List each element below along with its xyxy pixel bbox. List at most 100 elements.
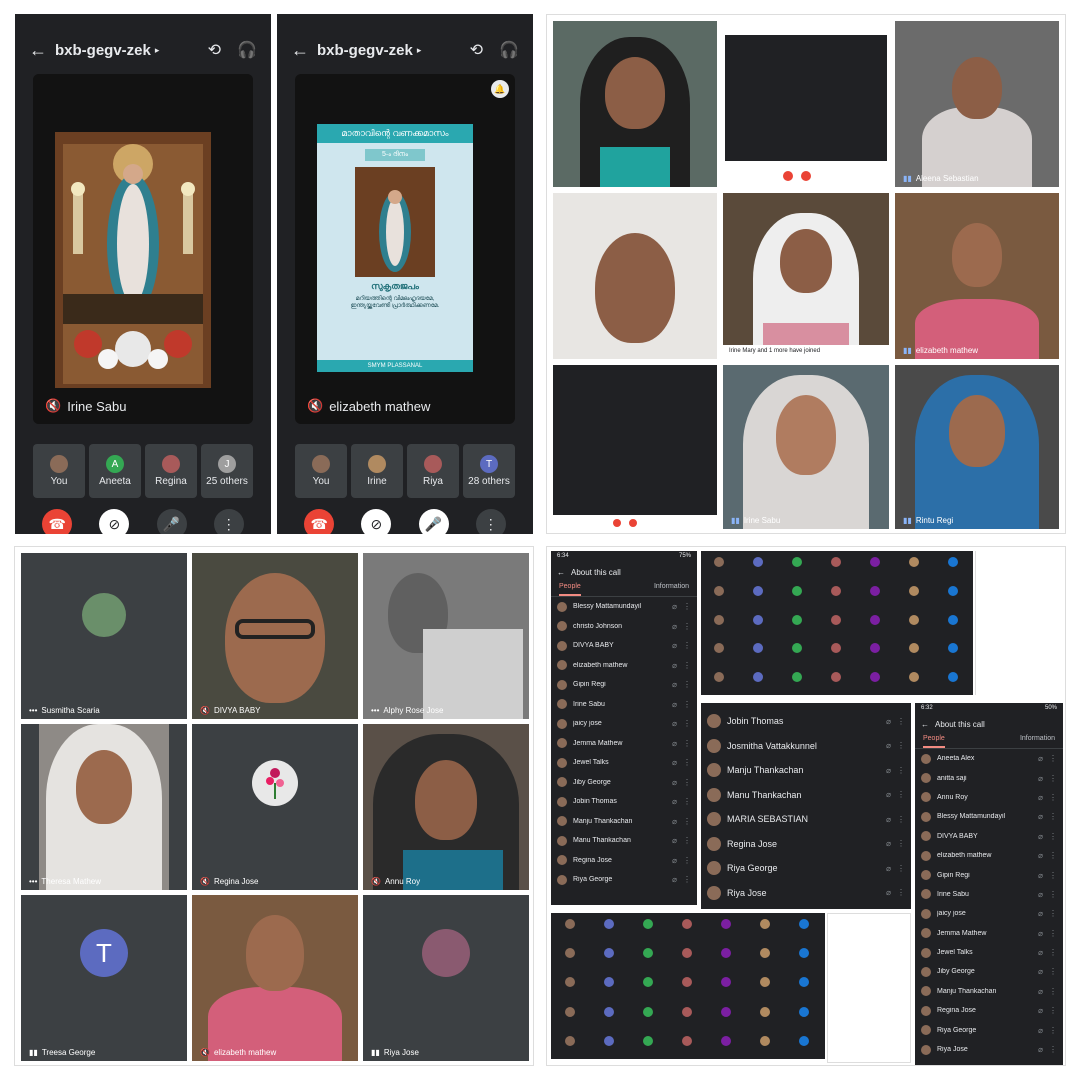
back-arrow-icon[interactable]: ← [291, 40, 317, 61]
participant-row[interactable]: Blessy Mattamundayil ⌀ ⋮ [915, 807, 1063, 826]
more-options-icon[interactable]: ⋮ [897, 717, 905, 726]
participant-row[interactable]: jaicy jose ⌀ ⋮ [915, 904, 1063, 923]
participant-row[interactable]: Jiby George ⌀ ⋮ [915, 962, 1063, 981]
mic-off-button[interactable]: 🎤 [418, 509, 449, 534]
participant-row[interactable]: MARIA SEBASTIAN ⌀ ⋮ [701, 807, 911, 832]
mic-button[interactable]: 🎤 [156, 509, 187, 534]
video-tile[interactable]: ••• Alphy Rose Jose [363, 553, 529, 719]
more-options-icon[interactable]: ⋮ [683, 641, 691, 650]
more-options-icon[interactable]: ⋮ [683, 680, 691, 689]
end-call-button[interactable]: ☎ [42, 509, 73, 534]
more-options-icon[interactable]: ⋮ [683, 836, 691, 845]
more-options-icon[interactable]: ⋮ [683, 856, 691, 865]
video-tile[interactable]: Irine Mary and 1 more have joined [723, 193, 889, 359]
more-options-icon[interactable]: ⋮ [897, 790, 905, 799]
more-options-icon[interactable]: ⋮ [1049, 967, 1057, 976]
participant-row[interactable]: Riya Jose ⌀ ⋮ [915, 1040, 1063, 1059]
more-options-icon[interactable]: ⋮ [683, 797, 691, 806]
participant-row[interactable]: Irine Sabu ⌀ ⋮ [915, 885, 1063, 904]
participant-row[interactable]: Riya George ⌀ ⋮ [701, 856, 911, 881]
participant-row[interactable]: Jewel Talks ⌀ ⋮ [551, 753, 697, 773]
more-options-icon[interactable]: ⋮ [683, 875, 691, 884]
thumb-riya[interactable]: Riya [407, 444, 459, 498]
more-options-icon[interactable]: ⋮ [1049, 948, 1057, 957]
more-options-icon[interactable]: ⋮ [1049, 909, 1057, 918]
more-options-icon[interactable]: ⋮ [683, 739, 691, 748]
thumb-others[interactable]: J 25 others [201, 444, 253, 498]
thumb-you[interactable]: You [33, 444, 85, 498]
more-options-icon[interactable]: ⋮ [1049, 1006, 1057, 1015]
participant-row[interactable]: Riya George ⌀ ⋮ [551, 870, 697, 890]
more-options-icon[interactable]: ⋮ [683, 622, 691, 631]
meeting-code[interactable]: bxb-gegv-zek [317, 42, 413, 59]
participant-row[interactable]: Jemma Mathew ⌀ ⋮ [915, 924, 1063, 943]
participant-row[interactable]: Regina Jose ⌀ ⋮ [551, 851, 697, 871]
switch-camera-icon[interactable]: ⟲ [470, 40, 483, 60]
video-tile[interactable]: 🔇 Annu Roy [363, 724, 529, 890]
tab-people[interactable]: People [923, 735, 945, 748]
more-options-icon[interactable]: ⋮ [897, 864, 905, 873]
participant-row[interactable]: Jemma Mathew ⌀ ⋮ [551, 734, 697, 754]
more-options-icon[interactable]: ⋮ [897, 741, 905, 750]
participant-row[interactable]: Manu Thankachan ⌀ ⋮ [551, 831, 697, 851]
more-options-icon[interactable]: ⋮ [1049, 812, 1057, 821]
back-arrow-icon[interactable]: ← [557, 568, 565, 577]
more-options-icon[interactable]: ⋮ [897, 888, 905, 897]
video-tile[interactable] [553, 21, 717, 187]
more-options-button[interactable]: ⋮ [213, 509, 244, 534]
participant-row[interactable]: elizabeth mathew ⌀ ⋮ [551, 656, 697, 676]
participant-row[interactable]: Annu Roy ⌀ ⋮ [915, 788, 1063, 807]
video-tile[interactable]: ▮▮ Riya Jose [363, 895, 529, 1061]
video-tile[interactable]: 🔇 elizabeth mathew [192, 895, 358, 1061]
more-options-icon[interactable]: ⋮ [1049, 832, 1057, 841]
back-arrow-icon[interactable]: ← [921, 720, 929, 729]
meeting-code[interactable]: bxb-gegv-zek [55, 42, 151, 59]
more-options-icon[interactable]: ⋮ [897, 839, 905, 848]
participant-row[interactable]: christo Johnson ⌀ ⋮ [551, 617, 697, 637]
participant-row[interactable]: Manu Thankachan ⌀ ⋮ [701, 783, 911, 808]
participant-row[interactable]: Aneeta Alex ⌀ ⋮ [915, 749, 1063, 768]
more-options-icon[interactable]: ⋮ [683, 602, 691, 611]
video-tile[interactable]: ••• Susmitha Scaria [21, 553, 187, 719]
video-tile[interactable]: ▮▮ elizabeth mathew [895, 193, 1059, 359]
tab-information[interactable]: Information [654, 583, 689, 596]
more-options-icon[interactable]: ⋮ [1049, 871, 1057, 880]
thumb-irine[interactable]: Irine [351, 444, 403, 498]
more-options-icon[interactable]: ⋮ [897, 815, 905, 824]
video-tile[interactable] [553, 193, 717, 359]
participant-row[interactable]: Jewel Talks ⌀ ⋮ [915, 943, 1063, 962]
more-options-icon[interactable]: ⋮ [1049, 754, 1057, 763]
camera-off-button[interactable]: ⊘ [361, 509, 392, 534]
participant-row[interactable]: Jobin Thomas ⌀ ⋮ [551, 792, 697, 812]
headphones-icon[interactable]: 🎧 [237, 40, 257, 60]
participant-row[interactable]: Manju Thankachan ⌀ ⋮ [915, 982, 1063, 1001]
thumb-others[interactable]: T 28 others [463, 444, 515, 498]
participant-row[interactable]: Jobin Thomas ⌀ ⋮ [701, 709, 911, 734]
video-tile[interactable]: ▮▮ Rintu Regi [895, 365, 1059, 529]
thumb-regina[interactable]: Regina [145, 444, 197, 498]
switch-camera-icon[interactable]: ⟲ [208, 40, 221, 60]
participant-row[interactable]: Regina Jose ⌀ ⋮ [915, 1001, 1063, 1020]
more-options-icon[interactable]: ⋮ [683, 817, 691, 826]
more-options-icon[interactable]: ⋮ [683, 758, 691, 767]
more-options-icon[interactable]: ⋮ [1049, 793, 1057, 802]
participant-row[interactable]: Blessy Mattamundayil ⌀ ⋮ [551, 597, 697, 617]
participant-row[interactable]: Gipin Regi ⌀ ⋮ [915, 865, 1063, 884]
more-options-icon[interactable]: ⋮ [683, 661, 691, 670]
more-options-button[interactable]: ⋮ [475, 509, 506, 534]
participant-row[interactable]: jaicy jose ⌀ ⋮ [551, 714, 697, 734]
more-options-icon[interactable]: ⋮ [683, 719, 691, 728]
participant-row[interactable]: elizabeth mathew ⌀ ⋮ [915, 846, 1063, 865]
camera-off-button[interactable]: ⊘ [99, 509, 130, 534]
participant-row[interactable]: Regina Jose ⌀ ⋮ [701, 832, 911, 857]
pin-icon[interactable]: 🔔 [491, 80, 509, 98]
video-tile[interactable]: T ▮▮ Treesa George [21, 895, 187, 1061]
video-tile[interactable]: 🔇 Regina Jose [192, 724, 358, 890]
back-arrow-icon[interactable]: ← [29, 40, 55, 61]
participant-row[interactable]: anitta saji ⌀ ⋮ [915, 768, 1063, 787]
participant-row[interactable]: DIVYA BABY ⌀ ⋮ [551, 636, 697, 656]
thumb-you[interactable]: You [295, 444, 347, 498]
video-tile[interactable]: 🔇 DIVYA BABY [192, 553, 358, 719]
participant-row[interactable]: Manju Thankachan ⌀ ⋮ [551, 812, 697, 832]
video-tile[interactable]: ▮▮ Irine Sabu [723, 365, 889, 529]
